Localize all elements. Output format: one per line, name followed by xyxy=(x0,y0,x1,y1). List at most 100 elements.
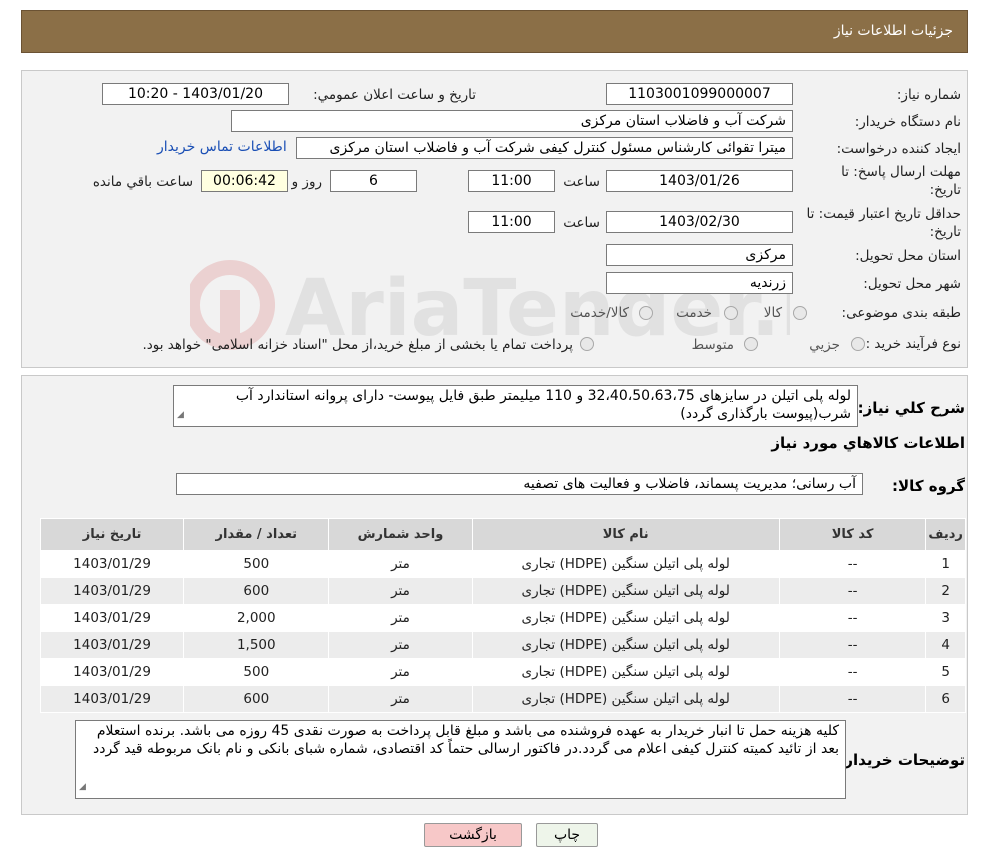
validity-label-2: تاريخ: xyxy=(929,224,961,240)
cell-unit: متر xyxy=(328,550,473,578)
cell-quantity: 500 xyxy=(183,550,330,578)
cell-name: لوله پلی اتیلن سنگین (HDPE) تجاری xyxy=(471,604,780,632)
validity-time-field: 11:00 xyxy=(468,211,555,233)
cell-date: 1403/01/29 xyxy=(39,604,185,632)
announce-datetime-field: 1403/01/20 - 10:20 xyxy=(102,83,289,105)
cell-date: 1403/01/29 xyxy=(39,658,185,686)
summary-textarea[interactable]: لوله پلی اتیلن در سایزهای 32،40،50،63،75… xyxy=(173,385,858,427)
cell-quantity: 1,500 xyxy=(183,631,330,659)
cell-name: لوله پلی اتیلن سنگین (HDPE) تجاری xyxy=(471,550,780,578)
items-section-title: اطلاعات کالاهاي مورد نياز xyxy=(771,434,965,452)
need-number-field: 1103001099000007 xyxy=(606,83,793,105)
cell-date: 1403/01/29 xyxy=(39,631,185,659)
resize-grip-icon[interactable]: ◢ xyxy=(177,406,184,424)
cell-code: -- xyxy=(778,604,927,632)
resize-grip-icon[interactable]: ◢ xyxy=(79,778,86,796)
category-option-service: خدمت xyxy=(676,305,712,321)
announce-label: تاریخ و ساعت اعلان عمومي: xyxy=(313,87,476,103)
process-label: نوع فرآيند خريد : xyxy=(865,336,961,352)
table-header-row: رديف کد کالا نام کالا واحد شمارش تعداد /… xyxy=(39,518,966,551)
cell-unit: متر xyxy=(328,604,473,632)
group-field: آب رسانی؛ مدیریت پسماند، فاضلاب و فعالیت… xyxy=(176,473,863,495)
cell-quantity: 600 xyxy=(183,685,330,713)
group-label: گروه کالا: xyxy=(892,477,965,495)
reply-time-field: 11:00 xyxy=(468,170,555,192)
cell-row: 4 xyxy=(925,631,966,659)
category-radio-service[interactable] xyxy=(724,306,738,320)
cell-date: 1403/01/29 xyxy=(39,550,185,578)
process-radio-minor[interactable] xyxy=(851,337,865,351)
province-field: مرکزی xyxy=(606,244,793,266)
table-row: 3 -- لوله پلی اتیلن سنگین (HDPE) تجاری م… xyxy=(39,604,966,632)
col-name: نام کالا xyxy=(471,518,780,551)
category-radio-goods[interactable] xyxy=(793,306,807,320)
table-row: 4 -- لوله پلی اتیلن سنگین (HDPE) تجاری م… xyxy=(39,631,966,659)
cell-row: 6 xyxy=(925,685,966,713)
cell-quantity: 600 xyxy=(183,577,330,605)
cell-unit: متر xyxy=(328,658,473,686)
process-note: پرداخت تمام یا بخشی از مبلغ خرید،از محل … xyxy=(142,337,573,353)
buyer-notes-label: توضيحات خريدار: xyxy=(838,751,965,769)
items-table: رديف کد کالا نام کالا واحد شمارش تعداد /… xyxy=(39,518,966,713)
city-field: زرندیه xyxy=(606,272,793,294)
days-field: 6 xyxy=(330,170,417,192)
creator-field: میترا تقوائی کارشناس مسئول کنترل کیفی شر… xyxy=(296,137,793,159)
col-date: تاريخ نياز xyxy=(39,518,185,551)
table-row: 1 -- لوله پلی اتیلن سنگین (HDPE) تجاری م… xyxy=(39,550,966,578)
validity-time-label: ساعت xyxy=(563,215,600,231)
reply-deadline-label: مهلت ارسال پاسخ: تا xyxy=(841,164,961,180)
cell-row: 1 xyxy=(925,550,966,578)
table-row: 6 -- لوله پلی اتیلن سنگین (HDPE) تجاری م… xyxy=(39,685,966,713)
cell-code: -- xyxy=(778,658,927,686)
buyer-notes-text: کلیه هزینه حمل تا انبار خریدار به عهده ف… xyxy=(92,723,839,757)
summary-label: شرح کلي نياز: xyxy=(857,399,965,417)
creator-label: ايجاد کننده درخواست: xyxy=(836,141,961,157)
days-label: روز و xyxy=(291,174,322,190)
cell-unit: متر xyxy=(328,685,473,713)
category-option-goods: کالا xyxy=(763,305,782,321)
cell-name: لوله پلی اتیلن سنگین (HDPE) تجاری xyxy=(471,658,780,686)
page-header: جزئیات اطلاعات نیاز xyxy=(21,10,968,53)
cell-name: لوله پلی اتیلن سنگین (HDPE) تجاری xyxy=(471,631,780,659)
buyer-org-field: شرکت آب و فاضلاب استان مرکزی xyxy=(231,110,793,132)
process-checkbox-treasury[interactable] xyxy=(580,337,594,351)
cell-unit: متر xyxy=(328,631,473,659)
cell-date: 1403/01/29 xyxy=(39,685,185,713)
cell-code: -- xyxy=(778,550,927,578)
cell-name: لوله پلی اتیلن سنگین (HDPE) تجاری xyxy=(471,577,780,605)
buyer-contact-link[interactable]: اطلاعات تماس خريدار xyxy=(157,139,287,155)
col-unit: واحد شمارش xyxy=(328,518,473,551)
page-title: جزئیات اطلاعات نیاز xyxy=(833,23,953,39)
print-button[interactable]: چاپ xyxy=(536,823,598,847)
category-option-goods-service: کالا/خدمت xyxy=(570,305,629,321)
cell-code: -- xyxy=(778,685,927,713)
reply-deadline-label-2: تاریخ: xyxy=(929,182,961,198)
category-label: طبقه بندی موضوعی: xyxy=(841,305,961,321)
remaining-time-field: 00:06:42 xyxy=(201,170,288,192)
province-label: استان محل تحويل: xyxy=(855,248,961,264)
table-row: 2 -- لوله پلی اتیلن سنگین (HDPE) تجاری م… xyxy=(39,577,966,605)
validity-label: حداقل تاريخ اعتبار قيمت: تا xyxy=(806,206,961,222)
process-option-medium: متوسط xyxy=(691,337,734,353)
remaining-label: ساعت باقي مانده xyxy=(92,174,193,190)
process-option-minor: جزيي xyxy=(809,337,840,353)
cell-row: 3 xyxy=(925,604,966,632)
reply-time-label: ساعت xyxy=(563,174,600,190)
need-number-label: شماره نیاز: xyxy=(896,87,961,103)
col-quantity: تعداد / مقدار xyxy=(183,518,330,551)
buyer-notes-textarea[interactable]: کلیه هزینه حمل تا انبار خریدار به عهده ف… xyxy=(75,720,846,799)
buyer-org-label: نام دستگاه خريدار: xyxy=(854,114,961,130)
cell-row: 5 xyxy=(925,658,966,686)
category-radio-goods-service[interactable] xyxy=(639,306,653,320)
cell-quantity: 2,000 xyxy=(183,604,330,632)
cell-code: -- xyxy=(778,577,927,605)
back-button[interactable]: بازگشت xyxy=(424,823,522,847)
cell-date: 1403/01/29 xyxy=(39,577,185,605)
cell-name: لوله پلی اتیلن سنگین (HDPE) تجاری xyxy=(471,685,780,713)
reply-date-field: 1403/01/26 xyxy=(606,170,793,192)
col-row: رديف xyxy=(925,518,966,551)
cell-unit: متر xyxy=(328,577,473,605)
process-radio-medium[interactable] xyxy=(744,337,758,351)
summary-text: لوله پلی اتیلن در سایزهای 32،40،50،63،75… xyxy=(235,388,851,422)
validity-date-field: 1403/02/30 xyxy=(606,211,793,233)
